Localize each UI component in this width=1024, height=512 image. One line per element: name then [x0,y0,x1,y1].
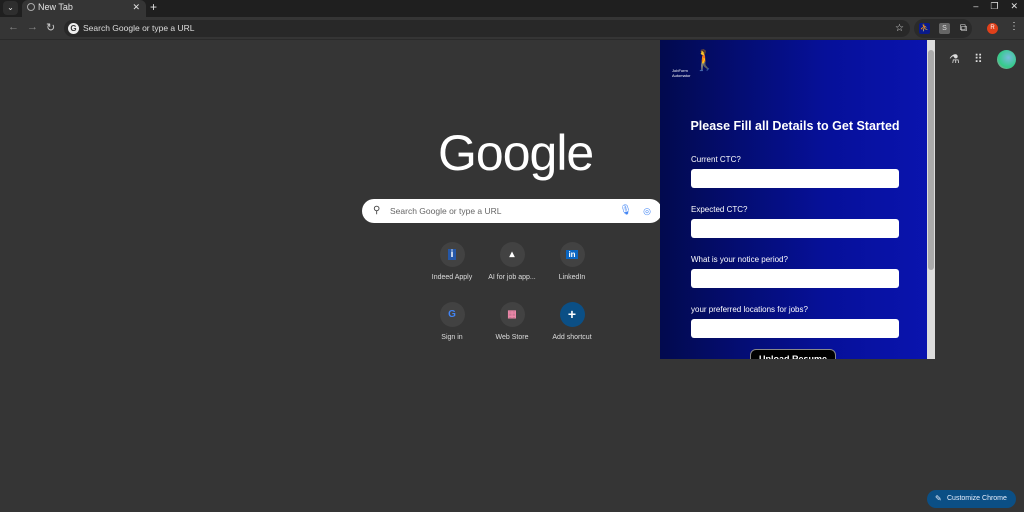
close-window-button[interactable]: ✕ [1010,1,1018,12]
shortcut-label: Sign in [441,334,463,341]
upload-resume-button[interactable]: Upload Resume [750,349,836,359]
extensions-area: ⛹ S ⧉ [914,19,972,38]
lens-icon[interactable]: ◎ [643,199,651,223]
minimize-button[interactable]: – [973,1,978,12]
ntp-search-box[interactable]: ⚲ Search Google or type a URL 🎙 ◎ [362,199,662,223]
shortcut-label: LinkedIn [558,274,586,281]
shortcut-label: AI for job app... [488,274,536,281]
close-tab-icon[interactable]: ✕ [132,0,140,15]
labs-flask-icon[interactable]: ⚗ [949,52,960,66]
new-tab-button[interactable]: + [150,0,157,15]
google-icon: G [68,23,79,34]
customize-label: Customize Chrome [947,495,1007,502]
tab-strip: ⌄ New Tab ✕ + – ❐ ✕ [0,0,1024,17]
s-extension-icon[interactable]: S [939,23,950,34]
forward-button[interactable]: → [27,21,38,33]
jobform-extension-icon[interactable]: ⛹ [919,23,930,34]
reload-button[interactable]: ↻ [46,21,55,34]
customize-chrome-button[interactable]: ✎ Customize Chrome [927,490,1016,508]
mic-icon[interactable]: 🎙 [619,199,632,223]
expected-ctc-input[interactable] [691,219,899,238]
toolbar: ← → ↻ G Search Google or type a URL ☆ ⛹ S … [0,17,1024,40]
jobform-icon: ▴ [509,249,515,260]
extension-popup: 🚶 JobForm Automator Please Fill all Detail… [660,40,935,359]
puzzle-icon[interactable]: ⧉ [958,23,969,34]
google-g-icon: G [448,309,456,320]
more-menu-icon[interactable]: ⋮ [1009,21,1019,32]
shortcut-label: Web Store [495,334,529,341]
shortcut-label: Add shortcut [552,334,592,341]
popup-title: Please Fill all Details to Get Started [690,119,900,133]
search-icon: ⚲ [373,205,381,216]
current-ctc-label: Current CTC? [691,155,741,164]
web-store-icon: ▦ [507,309,517,320]
tab-new-tab[interactable]: New Tab ✕ [22,0,146,17]
indeed-icon: i [447,249,457,260]
notice-period-label: What is your notice period? [691,255,788,264]
profile-avatar[interactable]: R [987,23,998,34]
pencil-icon: ✎ [935,494,942,503]
expected-ctc-label: Expected CTC? [691,205,748,214]
search-placeholder: Search Google or type a URL [390,206,502,216]
linkedin-icon: in [566,250,578,259]
locations-input[interactable] [691,319,899,338]
tab-title: New Tab [38,2,73,12]
account-avatar[interactable] [997,50,1016,69]
popup-scrollbar[interactable] [927,40,935,359]
bookmark-star-icon[interactable]: ☆ [895,20,904,37]
apps-grid-icon[interactable]: ⠿ [974,52,983,66]
notice-period-input[interactable] [691,269,899,288]
back-button[interactable]: ← [8,21,19,33]
restore-button[interactable]: ❐ [990,1,998,12]
shortcut-label: Indeed Apply [431,274,473,281]
tab-search-button[interactable]: ⌄ [3,1,18,15]
omnibox[interactable]: G Search Google or type a URL ☆ [64,20,910,37]
shortcut-linkedin[interactable]: in LinkedIn [537,242,607,281]
locations-label: your preferred locations for jobs? [691,305,808,314]
google-logo: Google [438,125,594,181]
current-ctc-input[interactable] [691,169,899,188]
omnibox-placeholder: Search Google or type a URL [83,23,195,33]
plus-icon: + [567,306,577,322]
chrome-icon [27,3,35,11]
add-shortcut-button[interactable]: + Add shortcut [537,302,607,341]
